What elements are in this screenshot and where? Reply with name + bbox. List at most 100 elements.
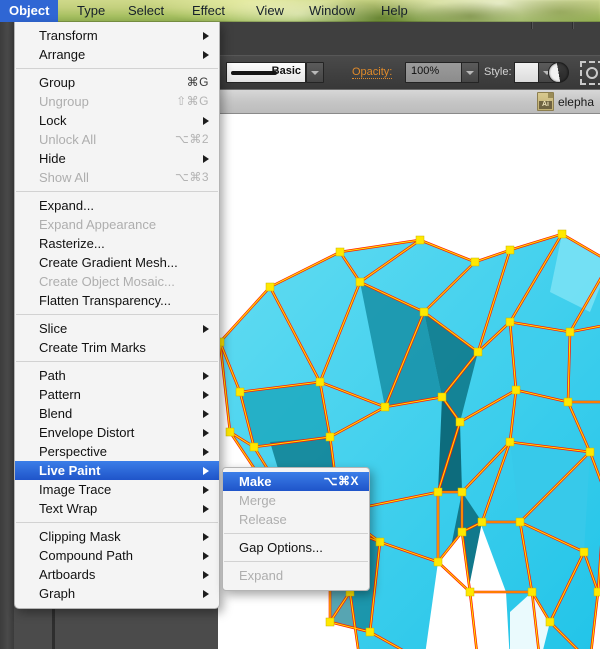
menu-item-make[interactable]: Make ⌥⌘X [223, 472, 369, 491]
anchor-point[interactable] [380, 402, 390, 412]
anchor-point[interactable] [375, 537, 385, 547]
anchor-point[interactable] [473, 347, 483, 357]
anchor-point[interactable] [515, 517, 525, 527]
menu-item-path[interactable]: Path [15, 366, 219, 385]
menu-item-hide[interactable]: Hide [15, 149, 219, 168]
anchor-point[interactable] [325, 432, 335, 442]
anchor-point[interactable] [455, 417, 465, 427]
menu-item-gap-options[interactable]: Gap Options... [223, 538, 369, 557]
menu-item-label: Group [39, 75, 76, 90]
stroke-profile-preview-icon [231, 71, 277, 75]
anchor-point[interactable] [365, 627, 375, 637]
menu-item-arrange[interactable]: Arrange [15, 45, 219, 64]
menu-item-perspective[interactable]: Perspective [15, 442, 219, 461]
opacity-mask-icon[interactable] [548, 62, 569, 83]
style-label: Style: [484, 66, 512, 78]
menu-item-image-trace[interactable]: Image Trace [15, 480, 219, 499]
menu-item-label: Clipping Mask [39, 529, 121, 544]
anchor-point[interactable] [527, 587, 537, 597]
menu-bar-item-type[interactable]: Type [68, 0, 114, 22]
anchor-point[interactable] [563, 397, 573, 407]
menu-bar-item-window[interactable]: Window [300, 0, 364, 22]
anchor-point[interactable] [433, 487, 443, 497]
anchor-point[interactable] [465, 587, 475, 597]
anchor-point[interactable] [579, 547, 589, 557]
object-dropdown-menu[interactable]: Transform Arrange Group ⌘G Ungroup ⇧⌘G Lock Unl… [14, 22, 220, 609]
anchor-point[interactable] [505, 245, 515, 255]
menu-item-rasterize[interactable]: Rasterize... [15, 234, 219, 253]
anchor-point[interactable] [249, 442, 259, 452]
menu-item-expand[interactable]: Expand... [15, 196, 219, 215]
menu-item-label: Envelope Distort [39, 425, 135, 440]
opacity-value: 100% [411, 65, 440, 77]
opacity-label[interactable]: Opacity: [352, 66, 393, 79]
anchor-point[interactable] [225, 427, 235, 437]
anchor-point[interactable] [511, 385, 521, 395]
menu-item-transform[interactable]: Transform [15, 26, 219, 45]
menu-item-create-object-mosaic: Create Object Mosaic... [15, 272, 219, 291]
menu-item-label: Text Wrap [39, 501, 98, 516]
anchor-point[interactable] [593, 587, 600, 597]
menu-item-unlock-all: Unlock All ⌥⌘2 [15, 130, 219, 149]
menu-bar-item-select[interactable]: Select [119, 0, 173, 22]
menu-item-compound-path[interactable]: Compound Path [15, 546, 219, 565]
menu-item-group[interactable]: Group ⌘G [15, 73, 219, 92]
anchor-point[interactable] [355, 277, 365, 287]
menu-item-label: Unlock All [39, 132, 97, 147]
live-paint-submenu[interactable]: Make ⌥⌘X Merge Release Gap Options... Expand [222, 467, 370, 591]
anchor-point[interactable] [457, 487, 467, 497]
stroke-profile-chevron-down-icon[interactable] [306, 62, 324, 83]
opacity-chevron-down-icon[interactable] [461, 62, 479, 83]
menu-item-create-trim-marks[interactable]: Create Trim Marks [15, 338, 219, 357]
menu-bar-item-object[interactable]: Object [0, 0, 59, 22]
anchor-point[interactable] [557, 229, 567, 239]
menu-bar-item-effect[interactable]: Effect [183, 0, 234, 22]
menu-item-graph[interactable]: Graph [15, 584, 219, 603]
anchor-point[interactable] [265, 282, 275, 292]
anchor-point[interactable] [315, 377, 325, 387]
tools-panel-strip[interactable] [0, 22, 14, 649]
anchor-point[interactable] [335, 247, 345, 257]
menu-item-label: Hide [39, 151, 66, 166]
menu-item-flatten-transparency[interactable]: Flatten Transparency... [15, 291, 219, 310]
select-similar-icon[interactable] [580, 61, 600, 85]
submenu-arrow-icon [203, 391, 209, 399]
anchor-point[interactable] [585, 447, 595, 457]
anchor-point[interactable] [325, 617, 335, 627]
menu-item-label: Flatten Transparency... [39, 293, 171, 308]
anchor-point[interactable] [433, 557, 443, 567]
menu-item-live-paint[interactable]: Live Paint [15, 461, 219, 480]
anchor-point[interactable] [477, 517, 487, 527]
anchor-point[interactable] [457, 527, 467, 537]
menu-separator [224, 561, 368, 562]
style-swatch[interactable] [514, 62, 540, 83]
menu-item-slice[interactable]: Slice [15, 319, 219, 338]
anchor-point[interactable] [470, 257, 480, 267]
anchor-point[interactable] [505, 437, 515, 447]
menu-item-pattern[interactable]: Pattern [15, 385, 219, 404]
menu-item-lock[interactable]: Lock [15, 111, 219, 130]
menu-item-label: Release [239, 512, 287, 527]
menu-item-envelope-distort[interactable]: Envelope Distort [15, 423, 219, 442]
anchor-point[interactable] [419, 307, 429, 317]
menu-item-merge: Merge [223, 491, 369, 510]
menu-bar-item-view[interactable]: View [247, 0, 293, 22]
menu-item-text-wrap[interactable]: Text Wrap [15, 499, 219, 518]
anchor-point[interactable] [415, 235, 425, 245]
menu-item-artboards[interactable]: Artboards [15, 565, 219, 584]
menu-item-clipping-mask[interactable]: Clipping Mask [15, 527, 219, 546]
anchor-point[interactable] [505, 317, 515, 327]
menu-item-label: Gap Options... [239, 540, 323, 555]
anchor-point[interactable] [565, 327, 575, 337]
menu-bar-item-help[interactable]: Help [372, 0, 417, 22]
anchor-point[interactable] [437, 392, 447, 402]
document-tab[interactable]: Ai elepha [531, 90, 600, 113]
stroke-profile-dropdown[interactable]: Basic [226, 62, 306, 83]
menu-item-create-gradient-mesh[interactable]: Create Gradient Mesh... [15, 253, 219, 272]
menu-item-ungroup: Ungroup ⇧⌘G [15, 92, 219, 111]
anchor-point[interactable] [545, 617, 555, 627]
menu-item-blend[interactable]: Blend [15, 404, 219, 423]
submenu-arrow-icon [203, 325, 209, 333]
menu-item-shortcut: ⌥⌘2 [174, 132, 209, 146]
anchor-point[interactable] [235, 387, 245, 397]
